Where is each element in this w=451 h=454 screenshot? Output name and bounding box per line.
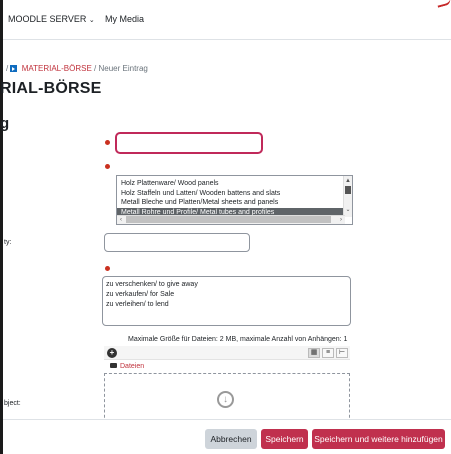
breadcrumb-current: Neuer Eintrag <box>98 64 148 73</box>
add-file-icon[interactable]: + <box>107 348 117 358</box>
breadcrumb-activity-link[interactable]: MATERIAL-BÖRSE <box>22 64 92 73</box>
file-limits-info: Maximale Größe für Dateien: 2 MB, maxima… <box>128 336 348 343</box>
nav-my-media[interactable]: My Media <box>105 14 144 24</box>
section-title: g <box>0 115 10 132</box>
folder-path[interactable]: Dateien <box>110 363 144 370</box>
object-label: bject: <box>4 400 21 407</box>
list-view-icon[interactable]: ≡ <box>322 348 334 358</box>
scroll-down-icon[interactable]: ⌄ <box>344 206 352 214</box>
page-title: RIAL-BÖRSE <box>0 80 102 97</box>
save-button[interactable]: Speichern <box>261 429 308 449</box>
breadcrumb-separator: / <box>94 64 97 73</box>
filepicker-toolbar: + ▦ ≡ ⊢ <box>104 346 350 360</box>
breadcrumb: / MATERIAL-BÖRSE / Neuer Eintrag <box>6 64 148 73</box>
cancel-button[interactable]: Abbrechen <box>205 429 257 449</box>
offer-type-option[interactable]: zu verschenken/ to give away <box>106 280 350 290</box>
file-dropzone[interactable]: ↓ <box>104 373 350 423</box>
save-and-add-button[interactable]: Speichern und weitere hinzufügen <box>312 429 445 449</box>
vertical-scrollbar[interactable]: ▲ ⌄ <box>343 176 352 217</box>
offer-type-option[interactable]: zu verleihen/ to lend <box>106 300 350 310</box>
nav-moodle-server[interactable]: MOODLE SERVER ⌄ <box>8 14 95 24</box>
scroll-right-icon[interactable]: › <box>337 216 345 224</box>
quantity-label: ty: <box>4 239 12 246</box>
horizontal-scrollbar-thumb[interactable] <box>126 216 331 223</box>
offer-type-select[interactable]: zu verschenken/ to give away zu verkaufe… <box>102 276 351 326</box>
category-option[interactable]: Holz Staffeln und Latten/ Wooden battens… <box>117 189 352 199</box>
offer-type-option[interactable]: zu verkaufen/ for Sale <box>106 290 350 300</box>
title-input[interactable] <box>115 132 263 154</box>
chevron-down-icon: ⌄ <box>88 17 95 24</box>
required-icon <box>105 164 110 169</box>
scrollbar-thumb[interactable] <box>345 186 351 194</box>
nav-moodle-server-label: MOODLE SERVER <box>8 14 87 24</box>
scroll-left-icon[interactable]: ‹ <box>117 216 125 224</box>
category-option[interactable]: Metall Bleche und Platten/Metal sheets a… <box>117 198 352 208</box>
scroll-up-icon[interactable]: ▲ <box>344 177 352 185</box>
page-icon <box>10 65 18 72</box>
category-option[interactable]: Holz Plattenware/ Wood panels <box>117 179 352 189</box>
grid-view-icon[interactable]: ▦ <box>308 348 320 358</box>
folder-icon <box>110 363 117 368</box>
download-arrow-icon: ↓ <box>217 391 234 408</box>
required-icon <box>105 266 110 271</box>
left-edge-bar <box>0 0 3 454</box>
quantity-input[interactable] <box>104 233 250 252</box>
folder-label: Dateien <box>120 363 145 370</box>
required-icon <box>105 140 110 145</box>
category-select[interactable]: Holz Plattenware/ Wood panels Holz Staff… <box>116 175 353 225</box>
breadcrumb-separator: / <box>6 64 9 73</box>
tree-view-icon[interactable]: ⊢ <box>336 348 348 358</box>
